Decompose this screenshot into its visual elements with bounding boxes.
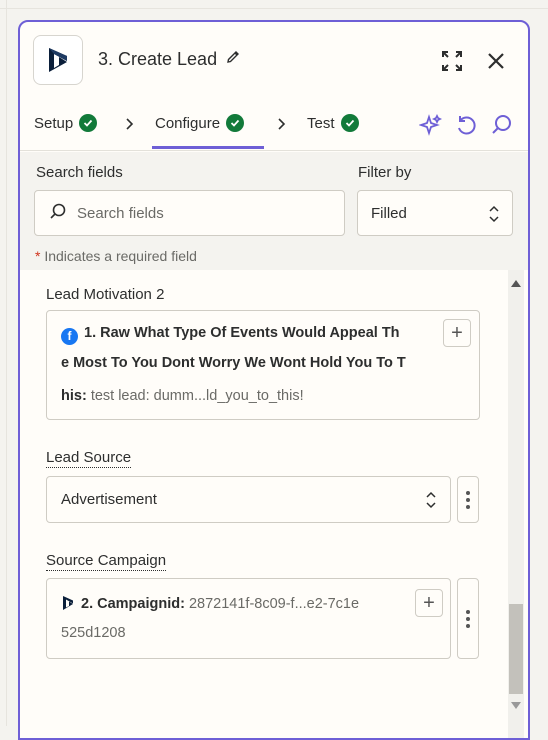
step-panel: 3. Create Lead Setup Configure Test Sear… [18, 20, 530, 740]
add-mapping-button[interactable]: + [443, 319, 471, 347]
pill-text-line1: 1. Raw What Type Of Events Would Appeal … [84, 325, 400, 341]
dynamics-logo-icon [61, 595, 75, 615]
step-tabs: Setup Configure Test [20, 102, 528, 151]
tab-label: Test [307, 115, 335, 132]
check-icon [226, 114, 244, 132]
step-title-text: 3. Create Lead [98, 49, 217, 70]
background-line [6, 0, 7, 726]
lead-motivation-input[interactable]: f 1. Raw What Type Of Events Would Appeal… [46, 310, 480, 420]
background-line [0, 8, 548, 9]
required-star: * [35, 248, 40, 264]
add-mapping-button[interactable]: + [415, 589, 443, 617]
pill-text-line2: e Most To You Dont Worry We Wont Hold Yo… [61, 355, 406, 371]
field-label-lead-source: Lead Source [46, 449, 131, 466]
search-input[interactable]: Search fields [34, 190, 345, 236]
field-options-kebab[interactable] [457, 476, 479, 523]
field-options-kebab[interactable] [457, 578, 479, 659]
close-icon[interactable] [482, 47, 510, 75]
pill-value: 2872141f-8c09-f...e2-7c1e [189, 596, 359, 612]
required-note-text: Indicates a required field [44, 248, 197, 264]
field-search-area: Search fields Filter by Search fields Fi… [20, 152, 528, 270]
chevron-updown-icon [425, 491, 437, 514]
lead-source-select[interactable]: Advertisement [46, 476, 451, 523]
check-icon [341, 114, 359, 132]
search-label: Search fields [36, 164, 123, 181]
facebook-icon: f [61, 328, 78, 345]
mapped-field-pill[interactable]: f 1. Raw What Type Of Events Would Appeal… [61, 325, 400, 345]
active-tab-indicator [152, 146, 264, 149]
pill-value-continued: 525d1208 [61, 625, 126, 641]
source-campaign-label-text: Source Campaign [46, 552, 166, 571]
undo-icon[interactable] [453, 112, 479, 138]
check-icon [79, 114, 97, 132]
chevron-right-icon [276, 117, 288, 136]
pill-text-line2: 525d1208 [61, 625, 126, 641]
tab-label: Configure [155, 115, 220, 132]
required-note: * Indicates a required field [35, 248, 197, 264]
chevron-right-icon [124, 117, 136, 136]
dynamics-logo-icon [33, 35, 83, 85]
pencil-icon[interactable] [225, 49, 241, 70]
search-icon[interactable] [489, 112, 515, 138]
panel-header: 3. Create Lead [20, 22, 528, 102]
source-campaign-input[interactable]: 2. Campaignid: 2872141f-8c09-f...e2-7c1e… [46, 578, 451, 659]
lead-source-value: Advertisement [61, 491, 157, 508]
expand-icon[interactable] [438, 47, 466, 75]
scroll-down-arrow[interactable] [511, 702, 521, 709]
tab-label: Setup [34, 115, 73, 132]
mapped-field-pill[interactable]: 2. Campaignid: 2872141f-8c09-f...e2-7c1e [61, 595, 359, 615]
scroll-up-arrow[interactable] [511, 280, 521, 287]
filter-label: Filter by [358, 164, 411, 181]
filter-select[interactable]: Filled [357, 190, 513, 236]
tab-test[interactable]: Test [307, 114, 359, 132]
pill-value: test lead: dumm...ld_you_to_this! [91, 388, 304, 404]
field-label-lead-motivation: Lead Motivation 2 [46, 286, 164, 303]
field-label-source-campaign: Source Campaign [46, 552, 166, 569]
pill-text-line3: his: test lead: dumm...ld_you_to_this! [61, 388, 304, 404]
scrollbar[interactable] [508, 270, 524, 740]
ai-sparkle-icon[interactable] [418, 112, 444, 138]
search-icon [49, 202, 67, 224]
chevron-updown-icon [488, 205, 500, 227]
field-list: Lead Motivation 2 f 1. Raw What Type Of E… [20, 270, 504, 740]
scrollbar-thumb[interactable] [509, 604, 523, 694]
step-title: 3. Create Lead [98, 49, 241, 70]
filter-value: Filled [371, 205, 407, 222]
search-placeholder: Search fields [77, 205, 164, 222]
pill-key: 2. Campaignid: [81, 596, 185, 612]
lead-source-label-text: Lead Source [46, 449, 131, 468]
tab-configure[interactable]: Configure [155, 114, 244, 132]
pill-key: his: [61, 388, 87, 404]
tab-setup[interactable]: Setup [34, 114, 97, 132]
